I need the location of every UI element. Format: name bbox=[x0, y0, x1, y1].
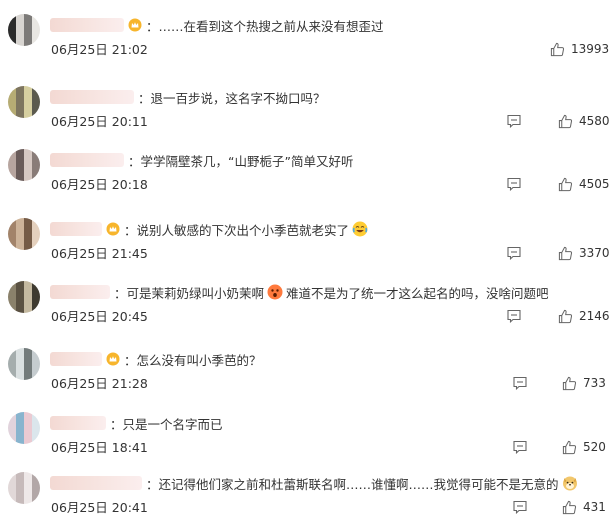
like-count: 4580 bbox=[579, 114, 610, 128]
username[interactable] bbox=[50, 222, 102, 236]
comment-date: 06月25日 21:45 bbox=[51, 246, 148, 261]
reply-button[interactable] bbox=[513, 440, 527, 454]
comment-date: 06月25日 20:11 bbox=[51, 114, 148, 129]
like-button[interactable]: 3370 bbox=[558, 244, 610, 262]
thumbs-up-icon bbox=[558, 246, 573, 260]
thumbs-up-icon bbox=[562, 500, 577, 514]
laugh-cry-emoji bbox=[352, 221, 368, 237]
comment-icon bbox=[507, 177, 521, 191]
comment-item: ：学学隔壁茶几，“山野栀子”简单又好听 06月25日 20:18 4505 bbox=[0, 141, 616, 207]
comment-date: 06月25日 21:02 bbox=[51, 42, 148, 57]
thumbs-up-icon bbox=[550, 42, 565, 56]
comment-item: ：退一百步说，这名字不拗口吗？ 06月25日 20:11 4580 bbox=[0, 78, 616, 144]
comment-text: ：还记得他们家之前和杜蕾斯联名啊……谁懂啊……我觉得可能不是无意的 bbox=[146, 476, 559, 492]
like-count: 4505 bbox=[579, 177, 610, 191]
thumbs-up-icon bbox=[562, 376, 577, 390]
comment-icon bbox=[507, 309, 521, 323]
comment-text: ：学学隔壁茶几，“山野栀子”简单又好听 bbox=[128, 153, 354, 169]
username[interactable] bbox=[50, 352, 102, 366]
reply-button[interactable] bbox=[507, 309, 521, 323]
comment-text: ：退一百步说，这名字不拗口吗？ bbox=[138, 90, 326, 106]
comment-text: ：怎么没有叫小季芭的？ bbox=[124, 352, 262, 368]
crown-badge-icon bbox=[106, 222, 120, 236]
like-count: 3370 bbox=[579, 246, 610, 260]
comment-item: ：只是一个名字而已 06月25日 18:41 520 bbox=[0, 404, 616, 470]
comment-item: ：怎么没有叫小季芭的？ 06月25日 21:28 733 bbox=[0, 340, 616, 406]
comment-item: ：可是茉莉奶绿叫小奶茉啊 难道不是为了统一才这么起名的吗，没啥问题吧 06月25… bbox=[0, 273, 616, 339]
reply-button[interactable] bbox=[507, 246, 521, 260]
surprised-emoji bbox=[267, 284, 283, 300]
comment-text: ：可是茉莉奶绿叫小奶茉啊 bbox=[114, 285, 265, 301]
comment-date: 06月25日 20:18 bbox=[51, 177, 148, 192]
thumbs-up-icon bbox=[558, 309, 573, 323]
reply-button[interactable] bbox=[507, 177, 521, 191]
comment-icon bbox=[507, 246, 521, 260]
comment-text: ：说别人敏感的下次出个小季芭就老实了 bbox=[124, 222, 350, 238]
like-button[interactable]: 2146 bbox=[558, 307, 610, 325]
like-count: 431 bbox=[583, 500, 606, 514]
comment-date: 06月25日 20:41 bbox=[51, 500, 148, 515]
avatar[interactable] bbox=[8, 14, 40, 46]
avatar[interactable] bbox=[8, 86, 40, 118]
like-button[interactable]: 13993 bbox=[550, 40, 609, 58]
like-button[interactable]: 733 bbox=[562, 374, 606, 392]
avatar[interactable] bbox=[8, 348, 40, 380]
comment-item: ：……在看到这个热搜之前从来没有想歪过 06月25日 21:02 13993 bbox=[0, 6, 616, 72]
comment-item: ：还记得他们家之前和杜蕾斯联名啊……谁懂啊……我觉得可能不是无意的 06月25日… bbox=[0, 464, 616, 530]
comment-date: 06月25日 20:45 bbox=[51, 309, 148, 324]
thumbs-up-icon bbox=[558, 177, 573, 191]
comment-text-continued: 难道不是为了统一才这么起名的吗，没啥问题吧 bbox=[286, 285, 549, 301]
comment-date: 06月25日 18:41 bbox=[51, 440, 148, 455]
avatar[interactable] bbox=[8, 281, 40, 313]
like-button[interactable]: 4580 bbox=[558, 112, 610, 130]
crown-badge-icon bbox=[128, 18, 142, 32]
thumbs-up-icon bbox=[562, 440, 577, 454]
username[interactable] bbox=[50, 18, 124, 32]
like-count: 733 bbox=[583, 376, 606, 390]
thumbs-up-icon bbox=[558, 114, 573, 128]
comment-text: ：只是一个名字而已 bbox=[110, 416, 223, 432]
like-button[interactable]: 431 bbox=[562, 498, 606, 516]
comment-item: ：说别人敏感的下次出个小季芭就老实了 06月25日 21:45 3370 bbox=[0, 210, 616, 276]
comment-icon bbox=[513, 500, 527, 514]
reply-button[interactable] bbox=[507, 114, 521, 128]
comment-date: 06月25日 21:28 bbox=[51, 376, 148, 391]
reply-button[interactable] bbox=[513, 500, 527, 514]
avatar[interactable] bbox=[8, 218, 40, 250]
reply-button[interactable] bbox=[513, 376, 527, 390]
like-button[interactable]: 520 bbox=[562, 438, 606, 456]
username[interactable] bbox=[50, 476, 142, 490]
username[interactable] bbox=[50, 153, 124, 167]
avatar[interactable] bbox=[8, 149, 40, 181]
username[interactable] bbox=[50, 285, 110, 299]
like-count: 13993 bbox=[571, 42, 610, 56]
crown-badge-icon bbox=[106, 352, 120, 366]
like-count: 520 bbox=[583, 440, 606, 454]
comment-icon bbox=[513, 440, 527, 454]
comment-icon bbox=[507, 114, 521, 128]
like-button[interactable]: 4505 bbox=[558, 175, 610, 193]
username[interactable] bbox=[50, 416, 106, 430]
comment-text: ：……在看到这个热搜之前从来没有想歪过 bbox=[146, 18, 384, 34]
avatar[interactable] bbox=[8, 472, 40, 504]
avatar[interactable] bbox=[8, 412, 40, 444]
like-count: 2146 bbox=[579, 309, 610, 323]
comment-icon bbox=[513, 376, 527, 390]
username[interactable] bbox=[50, 90, 134, 104]
doge-emoji bbox=[562, 475, 578, 491]
